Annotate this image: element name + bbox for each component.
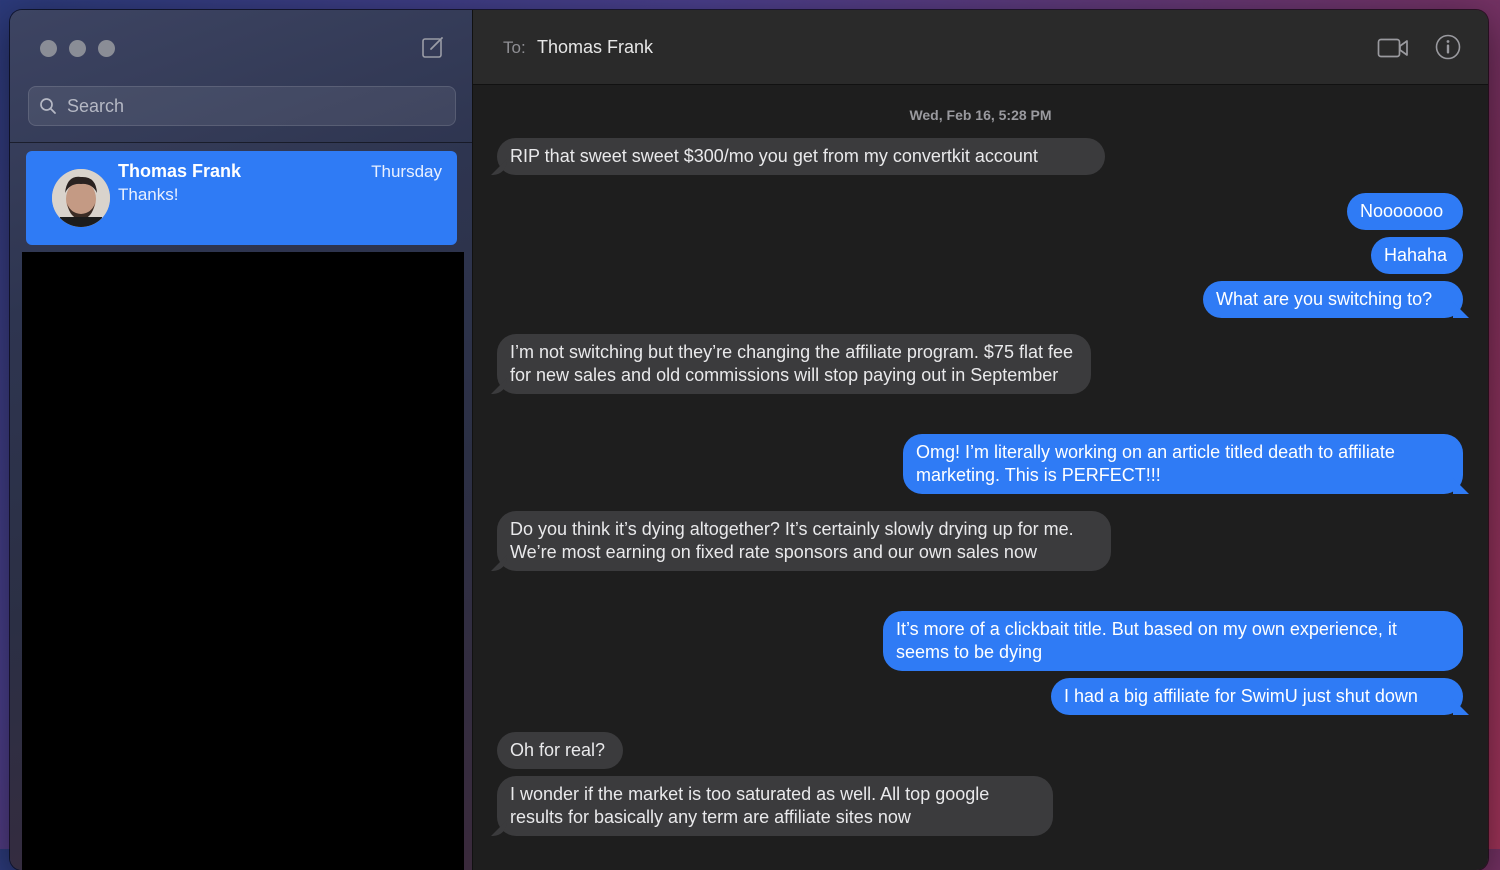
search-icon [40, 98, 56, 114]
message-bubble-incoming[interactable]: RIP that sweet sweet $300/mo you get fro… [497, 138, 1105, 175]
zoom-button[interactable] [98, 40, 115, 57]
message-bubble-incoming[interactable]: I’m not switching but they’re changing t… [497, 334, 1091, 394]
info-icon[interactable] [1435, 34, 1461, 60]
search-input[interactable] [65, 94, 449, 118]
recipient-name[interactable]: Thomas Frank [537, 37, 653, 58]
message-bubble-incoming[interactable]: Do you think it’s dying altogether? It’s… [497, 511, 1111, 571]
video-call-icon[interactable] [1377, 36, 1409, 60]
message-bubble-outgoing[interactable]: What are you switching to? [1203, 281, 1463, 318]
window-controls [40, 40, 115, 57]
message-bubble-outgoing[interactable]: Omg! I’m literally working on an article… [903, 434, 1463, 494]
message-bubble-incoming[interactable]: Oh for real? [497, 732, 623, 769]
message-bubble-outgoing[interactable]: Hahaha [1371, 237, 1463, 274]
avatar [52, 169, 110, 227]
message-bubble-outgoing[interactable]: Nooooooo [1347, 193, 1463, 230]
conversation-item[interactable]: Thomas Frank Thursday Thanks! [26, 151, 457, 245]
message-bubble-outgoing[interactable]: It’s more of a clickbait title. But base… [883, 611, 1463, 671]
minimize-button[interactable] [69, 40, 86, 57]
sidebar: Thomas Frank Thursday Thanks! [10, 10, 473, 870]
thread-timestamp: Wed, Feb 16, 5:28 PM [909, 107, 1052, 123]
conversation-name: Thomas Frank [118, 161, 242, 181]
conversation-header: To: Thomas Frank [473, 10, 1488, 85]
message-bubble-outgoing[interactable]: I had a big affiliate for SwimU just shu… [1051, 678, 1463, 715]
conversation-date: Thursday [371, 162, 442, 181]
close-button[interactable] [40, 40, 57, 57]
messages-window: Thomas Frank Thursday Thanks! To: Thomas… [10, 10, 1488, 870]
message-bubble-incoming[interactable]: I wonder if the market is too saturated … [497, 776, 1053, 836]
to-label: To: [503, 38, 526, 57]
conversation-preview: Thanks! [118, 185, 179, 204]
compose-icon[interactable] [421, 35, 445, 59]
search-field[interactable] [28, 86, 456, 126]
conversation-list-empty-area [22, 252, 464, 870]
sidebar-divider [10, 142, 472, 143]
conversation-pane: To: Thomas Frank Wed, Feb 16, 5:28 PM RI… [473, 10, 1488, 870]
